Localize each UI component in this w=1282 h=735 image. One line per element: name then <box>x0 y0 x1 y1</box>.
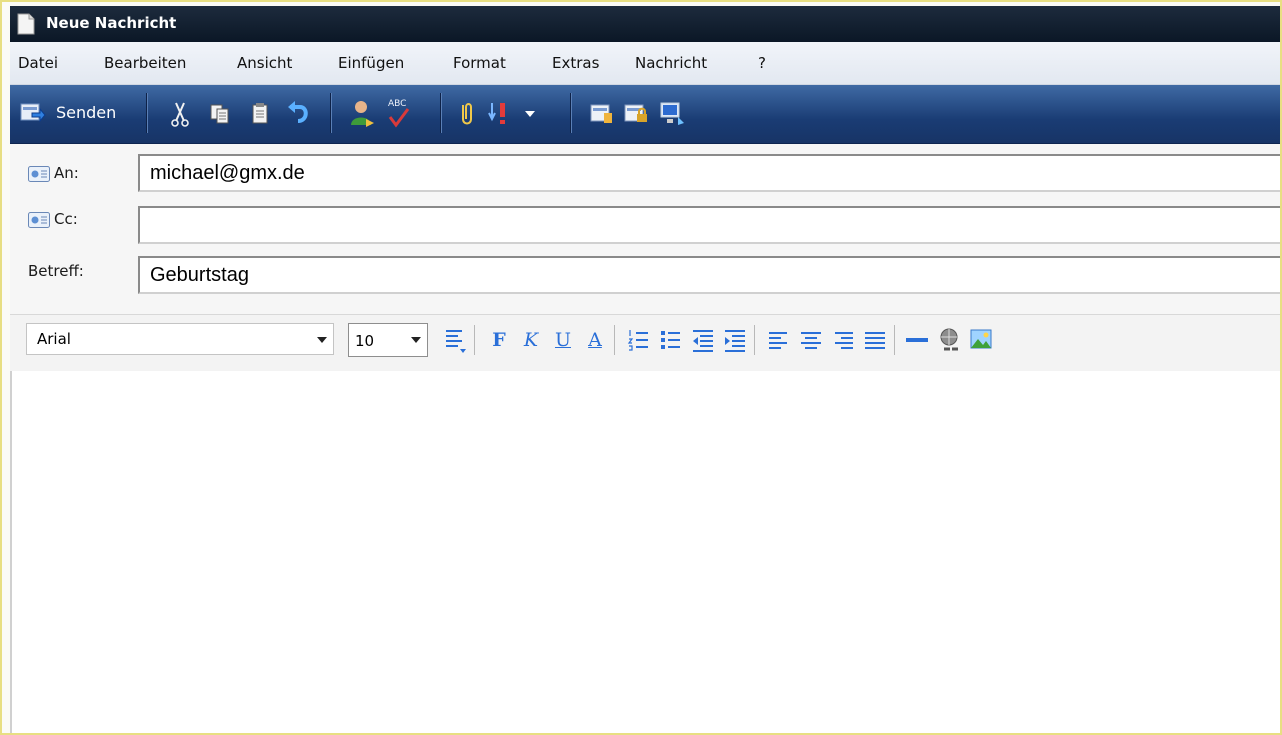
new-message-icon <box>17 13 35 35</box>
work-offline-icon[interactable] <box>658 95 686 131</box>
font-color-button[interactable]: A <box>582 325 608 355</box>
bullet-list-icon[interactable] <box>658 325 684 355</box>
chevron-down-icon <box>411 337 421 343</box>
toolbar-separator <box>330 93 331 133</box>
menu-bar: Datei Bearbeiten Ansicht Einfügen Format… <box>10 42 1280 85</box>
align-center-icon[interactable] <box>798 325 824 355</box>
italic-button[interactable]: K <box>518 325 544 355</box>
to-label: An: <box>54 164 79 182</box>
send-button[interactable]: Senden <box>12 95 134 131</box>
window-title: Neue Nachricht <box>46 14 177 32</box>
compose-window: Neue Nachricht Datei Bearbeiten Ansicht … <box>0 0 1282 735</box>
cut-icon[interactable] <box>168 95 192 131</box>
align-right-icon[interactable] <box>830 325 856 355</box>
priority-dropdown[interactable] <box>522 95 538 131</box>
undo-icon[interactable] <box>286 95 312 131</box>
paragraph-style-icon[interactable] <box>442 325 468 355</box>
format-separator <box>894 325 895 355</box>
paste-icon[interactable] <box>250 95 270 131</box>
bold-button[interactable]: F <box>486 325 512 355</box>
sign-icon[interactable] <box>588 95 616 131</box>
menu-datei[interactable]: Datei <box>18 54 58 72</box>
encrypt-icon[interactable] <box>622 95 650 131</box>
to-value: michael@gmx.de <box>150 162 305 184</box>
menu-help[interactable]: ? <box>758 54 766 72</box>
increase-indent-icon[interactable] <box>722 325 748 355</box>
title-bar[interactable]: Neue Nachricht <box>10 6 1280 42</box>
copy-icon[interactable] <box>208 95 232 131</box>
message-headers: An: michael@gmx.de Cc: Betreff: Geburtst… <box>10 144 1280 314</box>
contacts-icon[interactable] <box>348 95 376 131</box>
format-separator <box>754 325 755 355</box>
menu-extras[interactable]: Extras <box>552 54 599 72</box>
menu-ansicht[interactable]: Ansicht <box>237 54 292 72</box>
insert-picture-icon[interactable] <box>968 325 994 355</box>
font-select[interactable]: Arial <box>26 323 334 355</box>
send-icon <box>20 103 46 123</box>
format-separator <box>614 325 615 355</box>
priority-icon[interactable] <box>488 95 516 131</box>
toolbar-separator <box>570 93 571 133</box>
message-body[interactable] <box>10 371 1280 733</box>
contact-card-icon[interactable] <box>28 212 50 228</box>
toolbar-separator <box>146 93 147 133</box>
spellcheck-icon <box>388 108 410 128</box>
chevron-down-icon <box>317 337 327 343</box>
to-field[interactable]: michael@gmx.de <box>138 154 1280 192</box>
attach-icon[interactable] <box>456 95 476 131</box>
dropdown-icon <box>525 111 535 117</box>
font-size-value: 10 <box>355 332 375 350</box>
subject-value: Geburtstag <box>150 264 249 286</box>
format-separator <box>474 325 475 355</box>
main-toolbar: Senden ABC <box>10 85 1280 144</box>
menu-bearbeiten[interactable]: Bearbeiten <box>104 54 186 72</box>
menu-einfuegen[interactable]: Einfügen <box>338 54 404 72</box>
send-label: Senden <box>56 103 117 122</box>
hyperlink-icon[interactable] <box>936 325 962 355</box>
font-value: Arial <box>37 330 71 348</box>
decrease-indent-icon[interactable] <box>690 325 716 355</box>
underline-button[interactable]: U <box>550 325 576 355</box>
horizontal-line-icon[interactable] <box>904 325 930 355</box>
contact-card-icon[interactable] <box>28 166 50 182</box>
cc-field[interactable] <box>138 206 1280 244</box>
cc-label: Cc: <box>54 210 78 228</box>
subject-label: Betreff: <box>28 262 84 280</box>
numbered-list-icon[interactable] <box>626 325 652 355</box>
subject-field[interactable]: Geburtstag <box>138 256 1280 294</box>
menu-nachricht[interactable]: Nachricht <box>635 54 707 72</box>
align-left-icon[interactable] <box>766 325 792 355</box>
toolbar-separator <box>440 93 441 133</box>
font-size-select[interactable]: 10 <box>348 323 428 357</box>
menu-format[interactable]: Format <box>453 54 506 72</box>
format-toolbar: Arial 10 F K U A <box>10 314 1280 372</box>
align-justify-icon[interactable] <box>862 325 888 355</box>
spellcheck-button[interactable]: ABC <box>384 95 414 131</box>
